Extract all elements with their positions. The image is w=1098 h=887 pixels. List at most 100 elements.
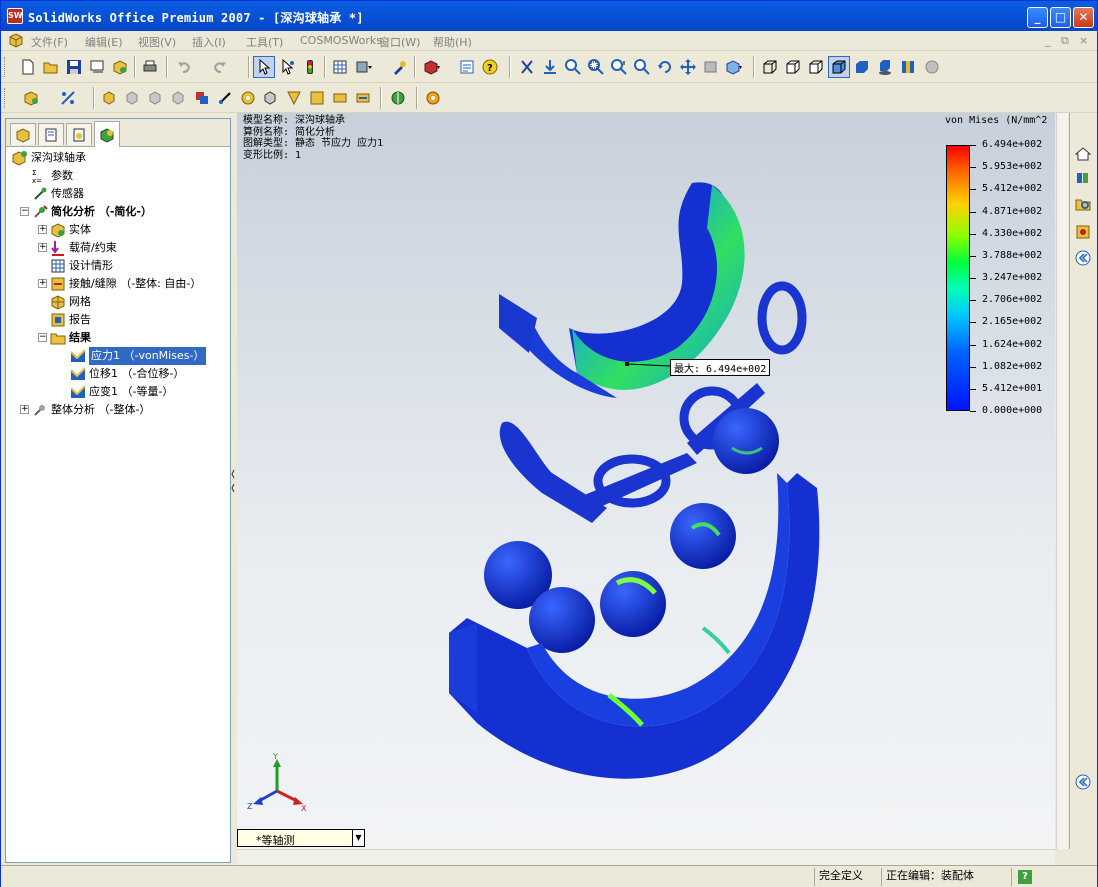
menu-tools[interactable]: 工具(T) (246, 34, 283, 50)
options-grid-icon[interactable] (329, 56, 351, 78)
select-icon[interactable] (253, 56, 275, 78)
tree-item-report[interactable]: 报告 (50, 311, 91, 329)
make-assembly-icon[interactable] (109, 56, 131, 78)
shaded-with-edges-icon[interactable] (828, 56, 850, 78)
zoom-to-selection-icon[interactable] (631, 56, 653, 78)
collapse-toggle[interactable]: − (38, 333, 47, 342)
3d-drawing-view-icon[interactable] (700, 56, 722, 78)
vertical-scrollbar[interactable] (1056, 113, 1068, 849)
tree-item-solids[interactable]: + 实体 (38, 221, 91, 239)
expand-toggle[interactable]: + (38, 243, 47, 252)
menu-view[interactable]: 视图(V) (138, 34, 176, 50)
hidden-lines-removed-icon[interactable] (805, 56, 827, 78)
solidworks-app-icon[interactable]: SW (7, 8, 23, 24)
tab-feature-manager[interactable] (10, 123, 36, 145)
standard-views-icon[interactable] (723, 56, 745, 78)
redo-icon[interactable] (209, 56, 231, 78)
tree-item-study-global[interactable]: + 整体分析 （-整体-） (20, 401, 150, 419)
tree-item-parameters[interactable]: Σx= 参数 (32, 167, 73, 185)
shaded-icon[interactable] (851, 56, 873, 78)
design-library-icon[interactable] (1072, 167, 1094, 189)
save-icon[interactable] (63, 56, 85, 78)
tree-item-contact[interactable]: + 接触/缝隙 （-整体: 自由-） (38, 275, 201, 293)
move-component-icon[interactable] (122, 87, 144, 109)
open-icon[interactable] (40, 56, 62, 78)
menu-edit[interactable]: 编辑(E) (85, 34, 123, 50)
help-status-icon[interactable]: ? (1011, 868, 1037, 886)
mate-dropdown-icon[interactable] (57, 87, 79, 109)
tree-item-strain-plot[interactable]: 应变1 （-等量-） (70, 383, 173, 401)
explode-line-icon[interactable] (237, 87, 259, 109)
doc-minimize-button[interactable]: _ (1045, 34, 1051, 47)
expand-toggle[interactable]: + (38, 279, 47, 288)
expand-taskpane-icon[interactable] (1072, 247, 1094, 269)
show-hidden-icon[interactable] (168, 87, 190, 109)
tree-item-mesh[interactable]: 网格 (50, 293, 91, 311)
shadows-icon[interactable] (874, 56, 896, 78)
menu-insert[interactable]: 插入(I) (192, 34, 226, 50)
tree-item-sensors[interactable]: 传感器 (32, 185, 84, 203)
doc-restore-button[interactable]: ⧉ (1061, 34, 1069, 48)
tree-item-study-simplified[interactable]: − 简化分析 （-简化-） (20, 203, 152, 221)
tree-item-stress-plot[interactable]: 应力1 （-vonMises-） (70, 347, 207, 365)
edit-component-icon[interactable] (352, 87, 374, 109)
3d-box-dropdown-icon[interactable] (421, 56, 443, 78)
cosmos-study-dropdown-icon[interactable] (387, 87, 409, 109)
graphics-area[interactable]: 模型名称: 深沟球轴承 算例名称: 简化分析 图解类型: 静态 节应力 应力1 … (237, 113, 1055, 849)
display-dropdown-icon[interactable] (353, 56, 375, 78)
hidden-lines-visible-icon[interactable] (782, 56, 804, 78)
previous-view-icon[interactable] (539, 56, 561, 78)
view-orientation-select[interactable]: *等轴测 ▼ (237, 829, 365, 847)
home-icon[interactable] (1072, 143, 1094, 165)
toolbar-grip[interactable] (4, 57, 7, 77)
assembly-doc-icon[interactable] (8, 32, 24, 48)
view-orientation-icon[interactable] (516, 56, 538, 78)
rotate-component-icon[interactable] (145, 87, 167, 109)
collapse-toggle[interactable]: − (20, 207, 29, 216)
zoom-to-area-icon[interactable] (585, 56, 607, 78)
menu-window[interactable]: 窗口(W) (379, 34, 420, 50)
menu-file[interactable]: 文件(F) (31, 34, 68, 50)
new-icon[interactable] (17, 56, 39, 78)
pan-icon[interactable] (677, 56, 699, 78)
tab-property-manager[interactable] (38, 123, 64, 145)
tree-item-loads[interactable]: + 载荷/约束 (38, 239, 117, 257)
zoom-to-fit-icon[interactable] (562, 56, 584, 78)
select-filter-icon[interactable] (276, 56, 298, 78)
section-view-icon[interactable] (897, 56, 919, 78)
appearances-icon[interactable] (1072, 221, 1094, 243)
title-bar[interactable]: SW SolidWorks Office Premium 2007 - [深沟球… (1, 1, 1097, 31)
tree-item-results[interactable]: − 结果 (38, 329, 91, 347)
menu-help[interactable]: 帮助(H) (433, 34, 472, 50)
doc-close-button[interactable]: × (1079, 34, 1088, 47)
hide-show-components-icon[interactable] (329, 87, 351, 109)
interference-detection-icon[interactable] (191, 87, 213, 109)
tab-configuration-manager[interactable] (66, 123, 92, 145)
physical-dynamics-icon[interactable] (306, 87, 328, 109)
tree-item-displacement-plot[interactable]: 位移1 （-合位移-） (70, 365, 184, 383)
undo-icon[interactable] (173, 56, 195, 78)
tree-root[interactable]: 深沟球轴承 (12, 149, 86, 167)
rotate-view-icon[interactable] (654, 56, 676, 78)
expand-toggle[interactable]: + (20, 405, 29, 414)
tab-cosmosworks-manager[interactable] (94, 121, 120, 147)
options-icon[interactable] (389, 56, 411, 78)
zoom-in-out-icon[interactable] (608, 56, 630, 78)
dropdown-arrow-icon[interactable]: ▼ (352, 830, 364, 846)
print-preview-icon[interactable] (86, 56, 108, 78)
wireframe-icon[interactable] (759, 56, 781, 78)
file-explorer-icon[interactable] (1072, 193, 1094, 215)
menu-cosmosworks[interactable]: COSMOSWorks (300, 34, 382, 47)
rebuild-icon[interactable] (299, 56, 321, 78)
insert-component-dropdown-icon[interactable] (21, 87, 43, 109)
minimize-button[interactable]: _ (1027, 7, 1048, 28)
collapse-taskpane-icon[interactable] (1072, 771, 1094, 793)
exploded-view-icon[interactable] (214, 87, 236, 109)
print-icon[interactable] (139, 56, 161, 78)
help-icon[interactable]: ? (479, 56, 501, 78)
properties-icon[interactable] (456, 56, 478, 78)
tree-item-design-scenario[interactable]: 设计情形 (50, 257, 113, 275)
cosmos-toolbox-dropdown-icon[interactable] (422, 87, 444, 109)
simulation-icon[interactable] (283, 87, 305, 109)
maximize-button[interactable]: □ (1050, 7, 1071, 28)
